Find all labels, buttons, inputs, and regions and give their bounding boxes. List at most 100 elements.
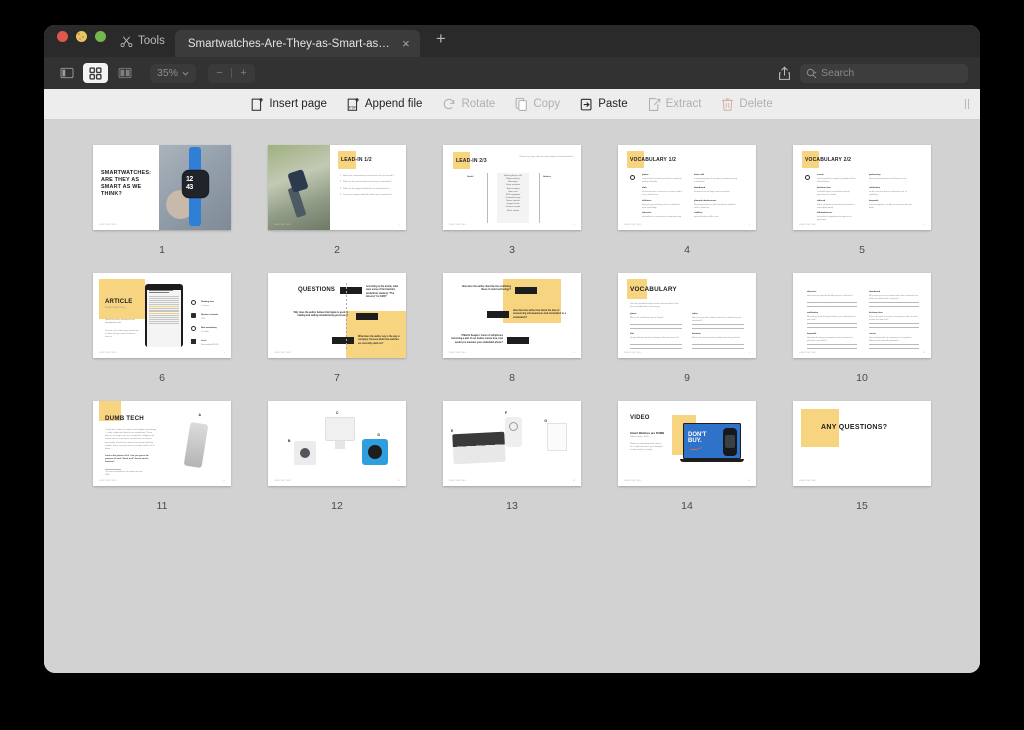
vocab-definition: designing products so that they become o… [694, 204, 736, 209]
page-cell[interactable]: LEAD-IN 1/2 1. How have smartwatches evo… [250, 140, 425, 256]
answer-line [630, 324, 682, 325]
page-thumbnail-4[interactable]: VOCABULARY 1/2 glance a quick look at so… [618, 145, 756, 230]
paste-button[interactable]: Paste [580, 97, 628, 112]
sidebar-view-button[interactable] [54, 63, 79, 83]
paste-label: Paste [598, 98, 628, 110]
extract-icon [648, 97, 660, 111]
share-icon [778, 66, 790, 80]
page-number-label: 6 [159, 372, 165, 384]
page-cell[interactable]: How does the author describe the conflic… [425, 268, 600, 384]
copy-button: Copy [515, 97, 560, 112]
page-thumbnail-1[interactable]: 12 43 SMARTWATCHES: ARE THEY AS SMART AS … [93, 145, 231, 230]
zoom-in-button[interactable]: + [232, 64, 255, 83]
page-cell[interactable]: E F G SMARTWATCHES 13 13 [425, 396, 600, 512]
page-cell[interactable]: B C D SMARTWATCHES 12 12 [250, 396, 425, 512]
insert-page-icon [252, 97, 264, 111]
vocab-term: obtrusive [807, 291, 817, 293]
slide-title: DUMB TECH [105, 415, 144, 422]
new-tab-button[interactable]: + [420, 30, 458, 53]
vocab-definition: produced without skill or care [694, 216, 719, 218]
thumbnail-wrapper: B C D SMARTWATCHES 12 [268, 396, 406, 491]
page-thumbnail-9[interactable]: VOCABULARY Use the provided word to answ… [618, 273, 756, 358]
vocab-bullet-icon [630, 175, 635, 180]
thumbnail-wrapper: QUESTIONS According to the article, what… [268, 268, 406, 363]
slide-page-number: 10 [922, 352, 925, 354]
vocab-term: notification [869, 187, 881, 189]
vocab-definition: the quality of responding with approval … [817, 216, 852, 221]
page-thumbnail-10[interactable]: obtrusive How would you describe the lit… [793, 273, 931, 358]
page-thumbnail-2[interactable]: LEAD-IN 1/2 1. How have smartwatches evo… [268, 145, 406, 230]
zoom-out-button[interactable]: − [208, 64, 231, 83]
insert-page-button[interactable]: Insert page [251, 97, 327, 112]
two-page-icon [118, 67, 131, 79]
slide-page-number: 2 [398, 224, 400, 226]
share-button[interactable] [772, 63, 796, 83]
page-cell[interactable]: LEAD-IN 2/3 Please say if you with not a… [425, 140, 600, 256]
vocab-definition: to leave property or an object to someon… [869, 204, 913, 209]
vocab-definition: to end support for a product gradually u… [817, 178, 856, 183]
page-cell[interactable]: obtrusive How would you describe the lit… [775, 268, 950, 384]
answer-line [807, 323, 857, 324]
slide-footer: SMARTWATCHES [449, 480, 467, 482]
video-title: Smart Watches are DUMB [630, 431, 665, 435]
close-window-button[interactable] [57, 31, 68, 42]
append-file-button[interactable]: PDF Append file [347, 97, 422, 112]
page-cell[interactable]: VOCABULARY 2/2 sunset to end support for… [775, 140, 950, 256]
page-cell[interactable]: VOCABULARY 1/2 glance a quick look at so… [600, 140, 775, 256]
close-tab-icon[interactable]: × [399, 37, 413, 50]
slide-page-number: 8 [573, 352, 575, 354]
page-cell[interactable]: VIDEO Smart Watches are DUMB Video Durat… [600, 396, 775, 512]
slide-art: How does the author describe the conflic… [443, 273, 581, 358]
toolbar-drag-handle[interactable] [965, 99, 969, 109]
page-number-label: 13 [506, 500, 518, 512]
page-thumbnail-8[interactable]: How does the author describe the conflic… [443, 273, 581, 358]
instant-camera-device [294, 441, 316, 465]
search-placeholder: Search [821, 67, 855, 79]
page-cell[interactable]: DUMB TECH "Dumb tech" refers to simple, … [75, 396, 250, 512]
two-page-view-button[interactable] [112, 63, 137, 83]
minimize-window-button[interactable] [76, 31, 87, 42]
column-heading-useful: Useful [467, 176, 474, 178]
grid-view-button[interactable] [83, 63, 108, 83]
page-thumbnail-5[interactable]: VOCABULARY 2/2 sunset to end support for… [793, 145, 931, 230]
slide-art: obtrusive How would you describe the lit… [793, 273, 931, 358]
thumbnail-wrapper: ARTICLE SMARTWATCHES Read the article, f… [93, 268, 231, 363]
stat-label: Level [201, 340, 207, 342]
slide-title: VOCABULARY 2/2 [805, 157, 852, 163]
page-thumbnail-15[interactable]: ANY QUESTIONS? SMARTWATCHES [793, 401, 931, 486]
page-thumbnail-6[interactable]: ARTICLE SMARTWATCHES Read the article, f… [93, 273, 231, 358]
video-meta: Video Duration: 10:18 [630, 436, 649, 438]
page-cell[interactable]: QUESTIONS According to the article, what… [250, 268, 425, 384]
question-text: Why does the author believe that Apple i… [293, 312, 348, 318]
page-thumbnail-11[interactable]: DUMB TECH "Dumb tech" refers to simple, … [93, 401, 231, 486]
extract-label: Extract [665, 98, 702, 110]
arrow-swoosh [688, 444, 703, 451]
zoom-level-dropdown[interactable]: 35% [150, 63, 197, 83]
tools-menu-button[interactable]: Tools [106, 25, 175, 57]
page-thumbnail-13[interactable]: E F G SMARTWATCHES 13 [443, 401, 581, 486]
page-thumbnail-14[interactable]: VIDEO Smart Watches are DUMB Video Durat… [618, 401, 756, 486]
page-thumbnail-12[interactable]: B C D SMARTWATCHES 12 [268, 401, 406, 486]
page-cell[interactable]: ANY QUESTIONS? SMARTWATCHES 15 [775, 396, 950, 512]
thumbnail-wrapper: VIDEO Smart Watches are DUMB Video Durat… [618, 396, 756, 491]
page-thumbnail-canvas[interactable]: 12 43 SMARTWATCHES: ARE THEY AS SMART AS … [44, 120, 980, 673]
page-cell[interactable]: ARTICLE SMARTWATCHES Read the article, f… [75, 268, 250, 384]
maximize-window-button[interactable] [95, 31, 106, 42]
document-tab[interactable]: Smartwatches-Are-They-as-Smart-as-We-...… [174, 30, 420, 57]
vocab-definition: left behind and no longer used or cared … [694, 191, 730, 193]
page-thumbnail-7[interactable]: QUESTIONS According to the article, what… [268, 273, 406, 358]
insert-page-label: Insert page [269, 98, 327, 110]
slide-page-number: 7 [398, 352, 400, 354]
vocab-question: What is the small device you're visiting… [630, 317, 664, 319]
page-cell[interactable]: 12 43 SMARTWATCHES: ARE THEY AS SMART AS … [75, 140, 250, 256]
page-cell[interactable]: VOCABULARY Use the provided word to answ… [600, 268, 775, 384]
zoom-level-value: 35% [157, 67, 179, 79]
grip-line [965, 99, 966, 109]
page-thumbnail-3[interactable]: LEAD-IN 2/3 Please say if you with not a… [443, 145, 581, 230]
vocab-definition: done quickly and without real interest o… [869, 178, 907, 180]
remote-control-device [183, 421, 209, 469]
answer-line [869, 302, 919, 303]
grip-line [968, 99, 969, 109]
search-field[interactable]: Search [800, 63, 968, 83]
page-number-label: 7 [334, 372, 340, 384]
